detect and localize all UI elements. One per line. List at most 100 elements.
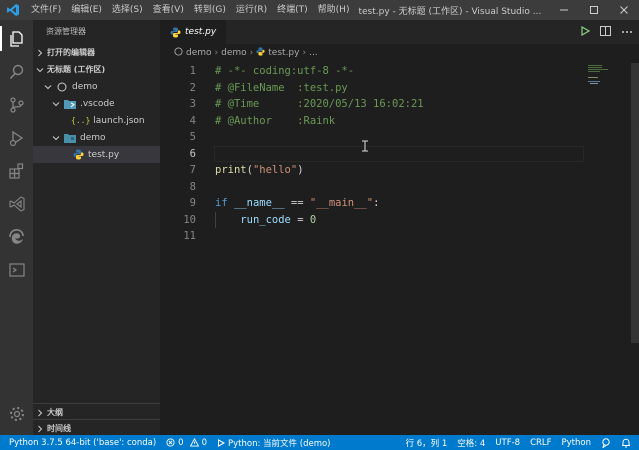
problems-status[interactable]: 0 0 [161, 435, 212, 450]
cursor-position-status[interactable]: 行 6，列 1 [401, 435, 453, 450]
breadcrumb: demo › demo › test.py › ... [160, 44, 639, 61]
minimize-button[interactable] [549, 0, 579, 20]
workspace-section[interactable]: 无标题 (工作区) [33, 61, 160, 78]
eol: CRLF [530, 437, 552, 448]
breadcrumb-item[interactable]: ... [309, 48, 318, 58]
code-line[interactable]: 11 [160, 228, 590, 245]
terminal-panel-button[interactable] [0, 253, 33, 286]
code-line[interactable]: 10 run_code = 0 [160, 211, 590, 228]
source-control-button[interactable] [0, 88, 33, 121]
tab-test-py[interactable]: test.py [160, 20, 227, 44]
code-line[interactable]: 1 # -*- coding:utf-8 -*- [160, 63, 590, 80]
menu-file[interactable]: 文件(F) [26, 0, 66, 20]
tree-item-test-py[interactable]: test.py [33, 146, 160, 163]
line-number: 6 [189, 147, 196, 160]
menu-terminal[interactable]: 终端(T) [272, 0, 313, 20]
maximize-button[interactable] [579, 0, 609, 20]
chevron-right-icon [33, 425, 47, 433]
editor-actions [580, 20, 633, 44]
breadcrumb-item[interactable]: demo [186, 48, 212, 58]
tree-item-demo-root[interactable]: demo [33, 78, 160, 95]
notifications-button[interactable] [616, 435, 639, 450]
tree-item-demo-folder[interactable]: demo [33, 129, 160, 146]
feedback-button[interactable] [596, 435, 616, 450]
menu-help[interactable]: 帮助(H) [313, 0, 355, 20]
line-number: 8 [189, 180, 196, 193]
breadcrumb-item[interactable]: test.py [268, 48, 299, 58]
chevron-right-icon [33, 409, 47, 417]
menu-selection[interactable]: 选择(S) [107, 0, 148, 20]
warning-count: 0 [201, 437, 208, 448]
chevron-down-icon [33, 66, 47, 74]
minimap[interactable] [586, 63, 630, 435]
run-debug-button[interactable] [0, 121, 33, 154]
encoding-status[interactable]: UTF-8 [490, 435, 525, 450]
activity-bar [0, 20, 33, 435]
more-actions-button[interactable] [621, 27, 633, 37]
tree-item-vscode-folder[interactable]: .vscode [33, 95, 160, 112]
code-text: print("hello") [215, 164, 304, 176]
minimap-preview [588, 65, 608, 84]
breadcrumb-item[interactable]: demo [221, 48, 247, 58]
open-editors-section[interactable]: 打开的编辑器 [33, 44, 160, 61]
code-line[interactable]: 7 print("hello") [160, 162, 590, 179]
close-window-button[interactable] [609, 0, 639, 20]
code-token: == [284, 197, 310, 210]
language-mode-status[interactable]: Python [557, 435, 596, 450]
chevron-down-icon [41, 83, 55, 91]
split-editor-button[interactable] [600, 25, 611, 39]
run-config-status[interactable]: Python: 当前文件 (demo) [212, 435, 335, 450]
python-interpreter-status[interactable]: Python 3.7.5 64-bit ('base': conda) [0, 435, 161, 450]
tree-item-label: demo [72, 81, 98, 92]
menu-edit[interactable]: 编辑(E) [66, 0, 107, 20]
code-line[interactable]: 5 [160, 129, 590, 146]
manage-settings-button[interactable] [0, 397, 33, 430]
menu-view[interactable]: 查看(V) [148, 0, 189, 20]
title-bar: 文件(F) 编辑(E) 选择(S) 查看(V) 转到(G) 运行(R) 终端(T… [0, 0, 639, 20]
code-line[interactable]: 3 # @Time :2020/05/13 16:02:21 [160, 96, 590, 113]
python-file-icon [168, 26, 182, 38]
line-number: 4 [189, 114, 196, 127]
code-token: # @Time :2020/05/13 16:02:21 [215, 98, 424, 111]
sidebar-title: 资源管理器 [46, 27, 86, 36]
eol-status[interactable]: CRLF [525, 435, 556, 450]
chevron-down-icon [49, 134, 63, 142]
explorer-button[interactable] [0, 22, 33, 55]
open-editors-label: 打开的编辑器 [47, 48, 95, 57]
run-python-file-button[interactable] [580, 25, 591, 39]
code-line[interactable]: 9 if __name__ == "__main__": [160, 195, 590, 212]
search-button[interactable] [0, 55, 33, 88]
status-bar: Python 3.7.5 64-bit ('base': conda) 0 0 … [0, 435, 639, 450]
settings-gear-icon [9, 406, 24, 421]
explorer-sidebar: 资源管理器 打开的编辑器 无标题 (工作区) demo .vscode {..}… [33, 20, 160, 435]
indentation: 空格: 4 [457, 438, 486, 449]
line-number: 3 [189, 98, 196, 111]
code-line[interactable]: 4 # @Author :Raink [160, 113, 590, 130]
minimize-icon [560, 9, 568, 11]
remote-icon [8, 195, 25, 212]
vertical-scrollbar[interactable] [631, 63, 639, 343]
code-text: # -*- coding:utf-8 -*- [215, 65, 354, 77]
menu-run[interactable]: 运行(R) [231, 0, 272, 20]
split-editor-icon [600, 25, 611, 36]
extensions-button[interactable] [0, 154, 33, 187]
code-token: ) [297, 164, 304, 177]
menu-go[interactable]: 转到(G) [189, 0, 231, 20]
code-line[interactable]: 6 [160, 145, 590, 163]
python-file-icon [71, 149, 85, 161]
code-line[interactable]: 2 # @FileName :test.py [160, 80, 590, 97]
run-config-label: Python: 当前文件 (demo) [228, 438, 331, 449]
tree-item-label: launch.json [93, 115, 145, 126]
indentation-status[interactable]: 空格: 4 [452, 435, 490, 450]
code-line[interactable]: 8 [160, 179, 590, 196]
editor-area: test.py demo › demo › test.py › ... 1 # -… [160, 20, 639, 435]
interpreter-label: Python 3.7.5 64-bit ('base': conda) [9, 437, 157, 448]
edge-devtools-button[interactable] [0, 220, 33, 253]
code-editor[interactable]: 1 # -*- coding:utf-8 -*- 2 # @FileName :tes… [160, 63, 590, 245]
feedback-icon [602, 437, 610, 448]
tree-item-launch-json[interactable]: {..} launch.json [33, 112, 160, 129]
root-folder-icon [174, 46, 183, 59]
maximize-icon [590, 6, 598, 14]
remote-explorer-button[interactable] [0, 187, 33, 220]
close-icon [620, 6, 628, 14]
